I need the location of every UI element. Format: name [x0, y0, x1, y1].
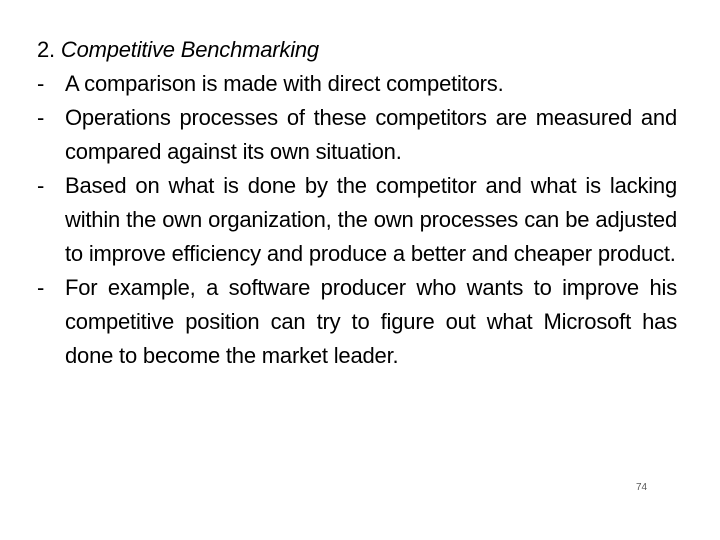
bullet-text: Operations processes of these competitor…	[65, 105, 677, 164]
bullet-text: For example, a software producer who wan…	[65, 275, 677, 368]
page-number: 74	[636, 482, 648, 493]
slide: 2. Competitive Benchmarking - A comparis…	[0, 0, 720, 540]
bullet-item: - Based on what is done by the competito…	[37, 169, 677, 271]
bullet-text: Based on what is done by the competitor …	[65, 173, 677, 266]
bullet-item: - A comparison is made with direct compe…	[37, 67, 677, 101]
bullet-item: - For example, a software producer who w…	[37, 271, 677, 373]
bullet-marker: -	[37, 275, 45, 300]
bullet-item: - Operations processes of these competit…	[37, 101, 677, 169]
bullet-marker: -	[37, 173, 45, 198]
section-heading: 2. Competitive Benchmarking	[37, 33, 677, 67]
section-title: Competitive Benchmarking	[60, 37, 319, 62]
section-number: 2.	[37, 37, 55, 62]
slide-body: 2. Competitive Benchmarking - A comparis…	[37, 33, 677, 373]
bullet-text: A comparison is made with direct competi…	[65, 71, 504, 96]
bullet-marker: -	[37, 71, 45, 96]
bullet-marker: -	[37, 105, 45, 130]
